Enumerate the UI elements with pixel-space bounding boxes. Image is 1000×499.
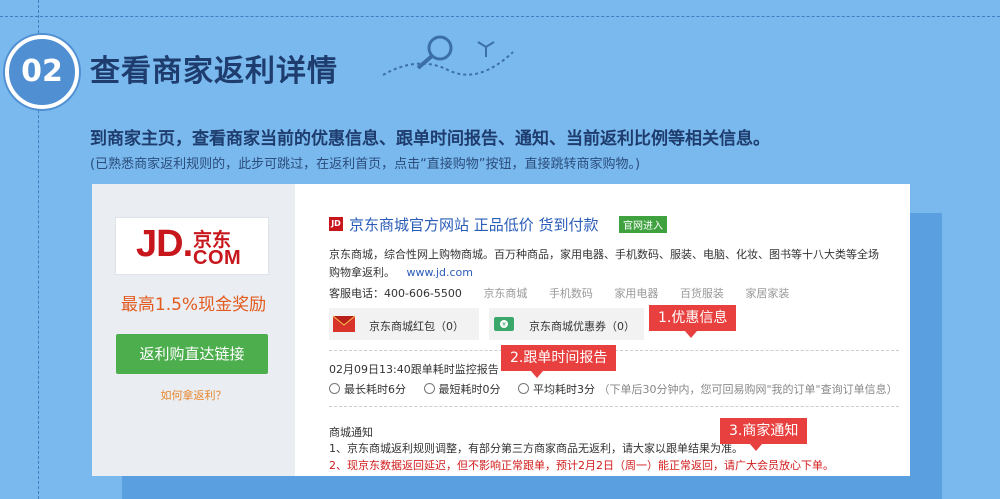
clock-icon — [329, 383, 340, 394]
merchant-sidebar: JD. 京东 COM 最高1.5%现金奖励 返利购直达链接 如何拿返利？ — [92, 184, 295, 476]
longest-time-label: 最长耗时6分 — [344, 383, 406, 396]
notice-item-urgent: 2、现京东数据返回延迟，但不影响正常跟单，预计2月2日（周一）能正常返回，请广大… — [329, 459, 834, 472]
service-phone: 客服电话：400-606-5500 — [329, 287, 462, 300]
dashed-guide-horizontal — [0, 16, 1000, 17]
merchant-details: JD 京东商城官方网站 正品低价 货到付款 官网进入 京东商城，综合性网上购物商… — [329, 184, 899, 476]
how-to-get-rebate-link[interactable]: 如何拿返利？ — [92, 387, 295, 403]
callout-discount-info: 1.优惠信息 — [649, 305, 737, 338]
category-link[interactable]: 京东商城 — [483, 287, 527, 300]
shortest-time: 最短耗时0分 — [423, 383, 501, 396]
direct-link-button[interactable]: 返利购直达链接 — [116, 334, 268, 374]
money-coupon-icon: ¥ — [494, 317, 514, 331]
jd-mini-icon: JD — [329, 217, 343, 231]
jd-logo: JD. 京东 COM — [115, 217, 269, 275]
clock-icon — [518, 383, 529, 394]
shortest-time-label: 最短耗时0分 — [438, 383, 501, 396]
intro-subtext: (已熟悉商家返利规则的，此步可跳过，在返利首页，点击“直接购物”按钮，直接跳转商… — [90, 157, 641, 172]
tracking-note: （下单后30分钟内，您可回易购网"我的订单"查询订单信息） — [598, 383, 898, 396]
longest-time: 最长耗时6分 — [329, 383, 406, 396]
divider — [329, 406, 899, 407]
callout-merchant-notice: 3.商家通知 — [720, 418, 808, 451]
svg-text:¥: ¥ — [502, 322, 506, 329]
category-link[interactable]: 百货服装 — [680, 287, 724, 300]
callout-tracking-report: 2.跟单时间报告 — [501, 345, 617, 378]
average-time-label: 平均耗时3分 — [533, 383, 595, 396]
notice-title: 商城通知 — [329, 426, 373, 439]
step-number-badge: 02 — [5, 35, 79, 109]
magnifier-doodle-icon — [382, 35, 514, 76]
tracking-report-title: 02月09日13:40跟单耗时监控报告 — [329, 363, 499, 376]
step-title: 查看商家返利详情 — [90, 54, 338, 89]
intro-text: 到商家主页，查看商家当前的优惠信息、跟单时间报告、通知、当前返利比例等相关信息。 — [90, 129, 770, 149]
average-time: 平均耗时3分 — [518, 383, 595, 396]
store-description: 京东商城，综合性网上购物商城。百万种商品，家用电器、手机数码、服装、电脑、化妆、… — [329, 246, 889, 282]
red-envelope-label: 京东商城红包（0） — [369, 320, 464, 333]
phone-row: 客服电话：400-606-5500 京东商城 手机数码 家用电器 百货服装 家居… — [329, 285, 789, 301]
store-title-link[interactable]: 京东商城官方网站 正品低价 货到付款 — [349, 214, 599, 235]
tracking-times: 最长耗时6分 最短耗时0分 平均耗时3分 （下单后30分钟内，您可回易购网"我的… — [329, 381, 898, 397]
logo-com-text: COM — [193, 247, 242, 269]
notice-item: 1、京东商城返利规则调整，有部分第三方商家商品无返利，请大家以跟单结果为准。 — [329, 442, 743, 455]
discount-coupon-label: 京东商城优惠券（0） — [529, 320, 635, 333]
cashback-reward: 最高1.5%现金奖励 — [120, 295, 267, 315]
store-url-link[interactable]: www.jd.com — [407, 266, 474, 279]
category-link[interactable]: 手机数码 — [549, 287, 593, 300]
red-envelope-icon — [332, 315, 356, 332]
logo-jd-text: JD. — [136, 223, 193, 265]
category-link[interactable]: 家用电器 — [614, 287, 658, 300]
clock-icon — [423, 383, 435, 394]
category-link[interactable]: 家居家装 — [745, 287, 789, 300]
official-site-button[interactable]: 官网进入 — [619, 216, 667, 233]
